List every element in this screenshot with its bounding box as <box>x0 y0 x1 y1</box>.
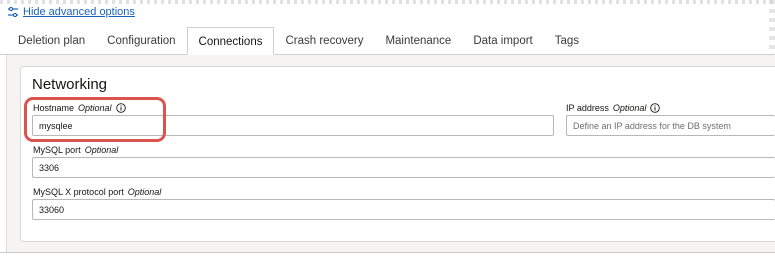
mysql-port-label-text: MySQL port <box>33 145 81 155</box>
info-icon[interactable] <box>650 103 661 113</box>
hide-advanced-options-link[interactable]: Hide advanced options <box>7 5 135 19</box>
tab-tags[interactable]: Tags <box>544 28 590 54</box>
tab-connections[interactable]: Connections <box>186 27 275 55</box>
torn-edge-bottom <box>0 252 775 264</box>
tab-crash-recovery[interactable]: Crash recovery <box>274 28 374 54</box>
mysqlx-port-label: MySQL X protocol port Optional <box>33 187 161 197</box>
ip-address-label-text: IP address <box>566 103 609 113</box>
ip-address-input[interactable] <box>566 115 775 136</box>
tab-configuration[interactable]: Configuration <box>96 28 186 54</box>
mysql-port-label: MySQL port Optional <box>33 145 118 155</box>
hostname-label-text: Hostname <box>33 103 75 113</box>
mysql-port-input[interactable] <box>32 157 775 178</box>
sliders-icon <box>7 6 19 18</box>
hostname-label: Hostname Optional <box>33 103 126 113</box>
tab-bar: Deletion plan Configuration Connections … <box>0 27 775 55</box>
mysqlx-port-label-text: MySQL X protocol port <box>33 187 124 197</box>
info-icon[interactable] <box>115 103 126 113</box>
torn-edge-top <box>0 0 775 4</box>
mysql-port-optional-text: Optional <box>84 145 119 155</box>
tab-data-import[interactable]: Data import <box>462 28 543 54</box>
ip-address-label: IP address Optional <box>566 103 661 113</box>
hostname-optional-text: Optional <box>78 103 112 113</box>
tab-deletion-plan[interactable]: Deletion plan <box>0 28 96 54</box>
mysqlx-port-optional-text: Optional <box>127 187 162 197</box>
hostname-input[interactable] <box>32 115 554 136</box>
ip-address-optional-text: Optional <box>612 103 647 113</box>
mysqlx-port-input[interactable] <box>32 199 775 220</box>
tab-maintenance[interactable]: Maintenance <box>374 28 462 54</box>
hide-advanced-options-label: Hide advanced options <box>23 6 135 18</box>
networking-title: Networking <box>32 76 108 93</box>
